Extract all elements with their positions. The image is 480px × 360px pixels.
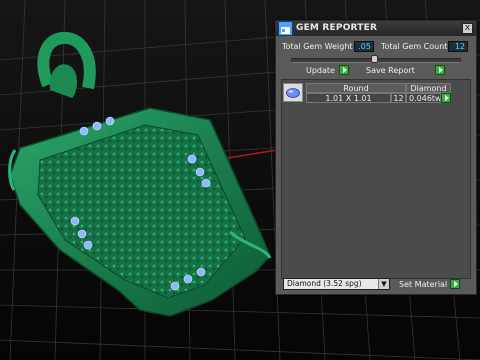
total-gem-weight-label: Total Gem Weight: [282, 42, 353, 51]
set-material-button[interactable]: Set Material: [399, 280, 447, 289]
total-gem-count-value: 12: [448, 41, 468, 52]
set-material-go-button[interactable]: [450, 279, 460, 289]
row-go-button[interactable]: [441, 93, 451, 103]
chevron-down-icon[interactable]: ▼: [378, 279, 389, 289]
save-report-go-button[interactable]: [435, 65, 445, 75]
material-selected-value: Diamond (3.52 spg): [287, 279, 362, 288]
close-icon[interactable]: x: [462, 23, 473, 34]
app-icon: [278, 21, 293, 36]
save-report-button[interactable]: Save Report: [366, 66, 415, 75]
total-gem-weight-value: .05: [354, 41, 374, 52]
table-header-material: Diamond: [406, 83, 451, 93]
panel-titlebar[interactable]: GEM REPORTER x: [276, 21, 476, 36]
gem-reporter-panel: GEM REPORTER x Total Gem Weight .05 Tota…: [275, 20, 477, 295]
material-dropdown[interactable]: Diamond (3.52 spg) ▼: [283, 278, 390, 290]
table-cell-size: 1.01 X 1.01: [306, 93, 391, 103]
total-gem-count-label: Total Gem Count: [381, 42, 448, 51]
panel-title: GEM REPORTER: [296, 23, 378, 33]
table-cell-weight: 0.046tw: [406, 93, 441, 103]
round-gem-icon[interactable]: [283, 83, 303, 102]
table-header-shape: Round: [306, 83, 406, 93]
update-go-button[interactable]: [339, 65, 349, 75]
slider-handle[interactable]: [371, 55, 378, 63]
table-cell-count: 12: [391, 93, 406, 103]
gem-table: [281, 79, 471, 279]
update-button[interactable]: Update: [306, 66, 335, 75]
